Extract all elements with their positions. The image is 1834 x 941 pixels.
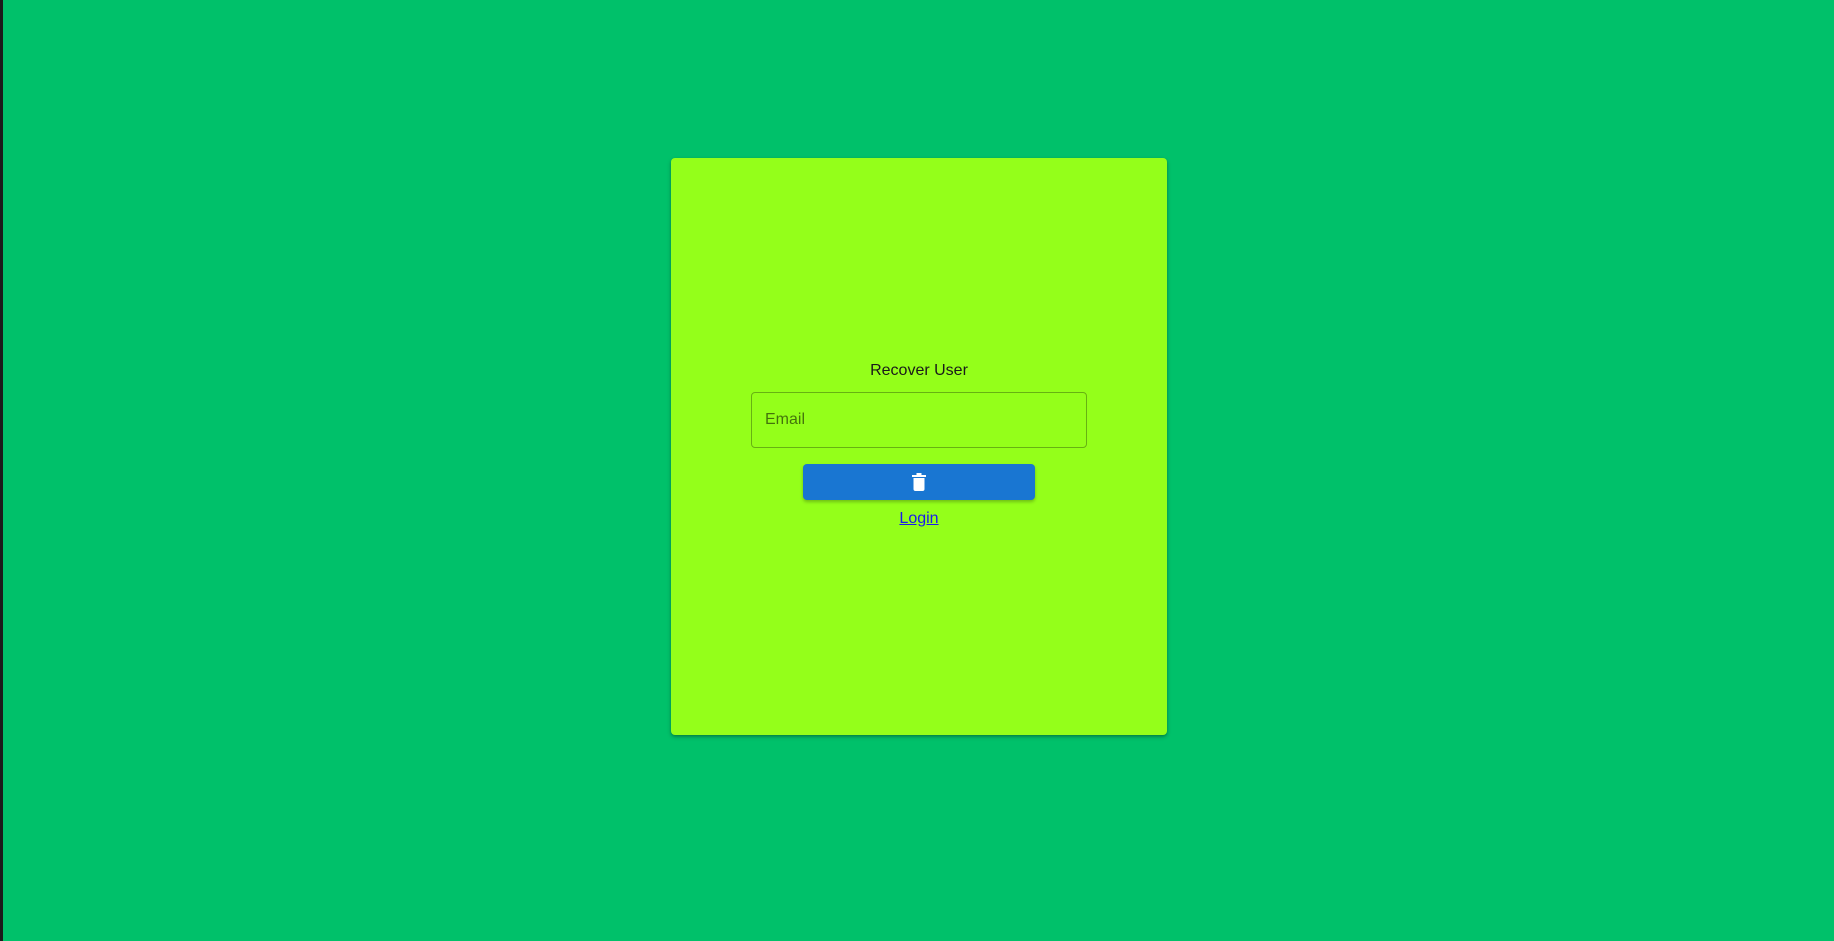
window-left-edge bbox=[0, 0, 3, 941]
recover-user-card: Recover User Login bbox=[671, 158, 1167, 735]
page-title: Recover User bbox=[870, 362, 968, 379]
email-field[interactable] bbox=[751, 392, 1087, 448]
login-link-container: Login bbox=[671, 510, 1167, 528]
login-link[interactable]: Login bbox=[899, 510, 938, 527]
trash-icon bbox=[912, 473, 926, 491]
recover-button[interactable] bbox=[803, 464, 1035, 500]
